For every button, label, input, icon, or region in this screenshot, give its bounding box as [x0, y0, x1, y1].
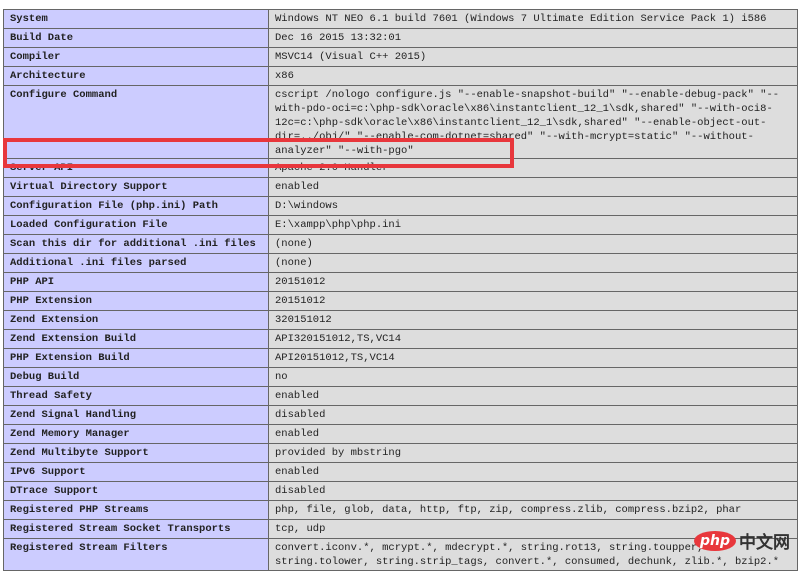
table-row: Configuration File (php.ini) Path D:\wind… [3, 196, 798, 216]
row-value: Dec 16 2015 13:32:01 [268, 28, 798, 48]
row-key: PHP API [3, 272, 269, 292]
row-value: Apache 2.0 Handler [268, 158, 798, 178]
row-value: Windows NT NEO 6.1 build 7601 (Windows 7… [268, 9, 798, 29]
row-key: PHP Extension Build [3, 348, 269, 368]
row-key: Configure Command [3, 85, 269, 159]
table-row: Additional .ini files parsed (none) [3, 253, 798, 273]
row-key: Compiler [3, 47, 269, 67]
row-value: API20151012,TS,VC14 [268, 348, 798, 368]
row-value: (none) [268, 253, 798, 273]
table-row: System Windows NT NEO 6.1 build 7601 (Win… [3, 9, 798, 29]
row-key: Debug Build [3, 367, 269, 387]
row-key: Zend Extension [3, 310, 269, 330]
row-key: Scan this dir for additional .ini files [3, 234, 269, 254]
row-key: Zend Multibyte Support [3, 443, 269, 463]
row-key: Zend Extension Build [3, 329, 269, 349]
row-value: 320151012 [268, 310, 798, 330]
table-row: PHP Extension 20151012 [3, 291, 798, 311]
row-value: x86 [268, 66, 798, 86]
table-row: Zend Memory Manager enabled [3, 424, 798, 444]
row-value: 20151012 [268, 272, 798, 292]
row-key: Thread Safety [3, 386, 269, 406]
table-row: Registered Stream Socket Transports tcp, … [3, 519, 798, 539]
table-row: Build Date Dec 16 2015 13:32:01 [3, 28, 798, 48]
table-row: Loaded Configuration File E:\xampp\php\ph… [3, 215, 798, 235]
row-key: Zend Signal Handling [3, 405, 269, 425]
row-value: disabled [268, 405, 798, 425]
table-row: Zend Multibyte Support provided by mbstri… [3, 443, 798, 463]
php-info-table: System Windows NT NEO 6.1 build 7601 (Win… [3, 9, 798, 571]
table-row: Compiler MSVC14 (Visual C++ 2015) [3, 47, 798, 67]
table-row: Zend Extension Build API320151012,TS,VC14 [3, 329, 798, 349]
row-value: enabled [268, 177, 798, 197]
row-key: Configuration File (php.ini) Path [3, 196, 269, 216]
row-value: API320151012,TS,VC14 [268, 329, 798, 349]
table-row: Virtual Directory Support enabled [3, 177, 798, 197]
table-row: DTrace Support disabled [3, 481, 798, 501]
watermark-text: 中文网 [739, 533, 790, 553]
row-value: disabled [268, 481, 798, 501]
row-key: Loaded Configuration File [3, 215, 269, 235]
row-value: provided by mbstring [268, 443, 798, 463]
row-key: IPv6 Support [3, 462, 269, 482]
row-key: PHP Extension [3, 291, 269, 311]
row-value: enabled [268, 462, 798, 482]
table-row: Architecture x86 [3, 66, 798, 86]
row-key: Registered Stream Socket Transports [3, 519, 269, 539]
table-row: Debug Build no [3, 367, 798, 387]
table-row: Zend Extension 320151012 [3, 310, 798, 330]
table-row: Thread Safety enabled [3, 386, 798, 406]
row-value: 20151012 [268, 291, 798, 311]
watermark-logo: php 中文网 [693, 528, 790, 553]
table-row: Zend Signal Handling disabled [3, 405, 798, 425]
table-row: IPv6 Support enabled [3, 462, 798, 482]
row-value: no [268, 367, 798, 387]
row-key: Virtual Directory Support [3, 177, 269, 197]
table-row: Registered PHP Streams php, file, glob, d… [3, 500, 798, 520]
row-value: E:\xampp\php\php.ini [268, 215, 798, 235]
table-row: Scan this dir for additional .ini files(… [3, 234, 798, 254]
row-value: cscript /nologo configure.js "--enable-s… [268, 85, 798, 159]
watermark-php: php [693, 530, 736, 551]
row-value: D:\windows [268, 196, 798, 216]
table-row: PHP API 20151012 [3, 272, 798, 292]
table-row: Configure Command cscript /nologo configu… [3, 85, 798, 159]
row-key: Zend Memory Manager [3, 424, 269, 444]
table-row: Registered Stream Filters convert.iconv.*… [3, 538, 798, 571]
row-key: DTrace Support [3, 481, 269, 501]
row-value: (none) [268, 234, 798, 254]
row-key: System [3, 9, 269, 29]
table-row: PHP Extension Build API20151012,TS,VC14 [3, 348, 798, 368]
row-value: enabled [268, 424, 798, 444]
row-key: Additional .ini files parsed [3, 253, 269, 273]
row-value: php, file, glob, data, http, ftp, zip, c… [268, 500, 798, 520]
table-row: Server API Apache 2.0 Handler [3, 158, 798, 178]
row-key: Server API [3, 158, 269, 178]
row-key: Architecture [3, 66, 269, 86]
row-key: Build Date [3, 28, 269, 48]
row-value: enabled [268, 386, 798, 406]
row-key: Registered PHP Streams [3, 500, 269, 520]
row-value: MSVC14 (Visual C++ 2015) [268, 47, 798, 67]
row-key: Registered Stream Filters [3, 538, 269, 571]
